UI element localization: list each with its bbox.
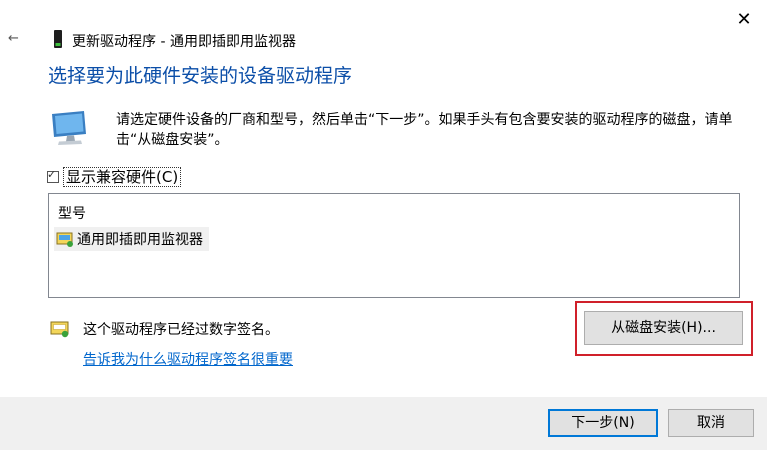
signed-driver-icon — [50, 321, 69, 338]
model-listbox[interactable]: 型号 通用即插即用监视器 — [48, 193, 740, 298]
why-signing-link[interactable]: 告诉我为什么驱动程序签名很重要 — [83, 349, 293, 369]
window-title: 更新驱动程序 - 通用即插即用监视器 — [72, 34, 296, 50]
list-item[interactable]: 通用即插即用监视器 — [54, 227, 209, 251]
have-disk-button[interactable]: 从磁盘安装(H)... — [584, 311, 743, 345]
show-compatible-checkbox[interactable]: ✓ 显示兼容硬件(C) — [47, 167, 182, 187]
page-heading: 选择要为此硬件安装的设备驱动程序 — [48, 65, 353, 87]
back-arrow-icon: ← — [8, 31, 19, 46]
checkmark-icon: ✓ — [47, 168, 57, 181]
signed-status-text: 这个驱动程序已经过数字签名。 — [83, 322, 279, 338]
driver-cert-icon — [56, 232, 73, 247]
list-header-model: 型号 — [58, 206, 86, 222]
checkbox-box[interactable]: ✓ — [47, 168, 59, 183]
close-button[interactable]: ✕ — [730, 8, 758, 32]
monitor-icon — [52, 111, 86, 145]
close-icon: ✕ — [736, 9, 752, 30]
show-compatible-label: 显示兼容硬件(C) — [63, 167, 182, 187]
back-button[interactable]: ← — [8, 31, 28, 47]
list-item-label: 通用即插即用监视器 — [77, 232, 203, 248]
device-icon — [54, 30, 62, 48]
cancel-button[interactable]: 取消 — [668, 409, 754, 437]
next-button[interactable]: 下一步(N) — [548, 409, 658, 437]
instructions-text: 请选定硬件设备的厂商和型号，然后单击“下一步”。如果手头有包含要安装的驱动程序的… — [116, 112, 733, 148]
